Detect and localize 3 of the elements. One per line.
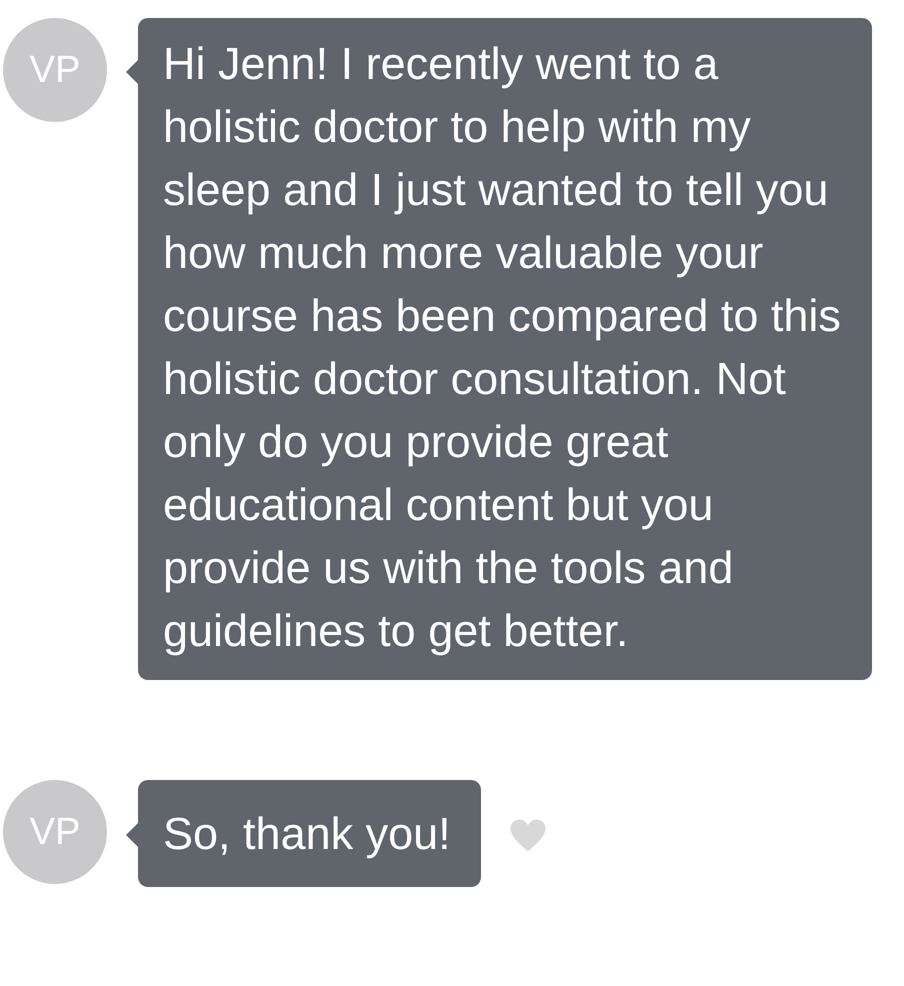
heart-icon[interactable]	[508, 818, 547, 853]
message-bubble: Hi Jenn! I recently went to a holistic doctor to help with my sleep and I just wanted to tell you how much more valuable your course has been compared to this holistic doctor consultation. Not only do you provide great educational content but you provide us with the tools and guidelines to get better.	[138, 18, 872, 680]
message-bubble: So, thank you!	[138, 780, 481, 887]
